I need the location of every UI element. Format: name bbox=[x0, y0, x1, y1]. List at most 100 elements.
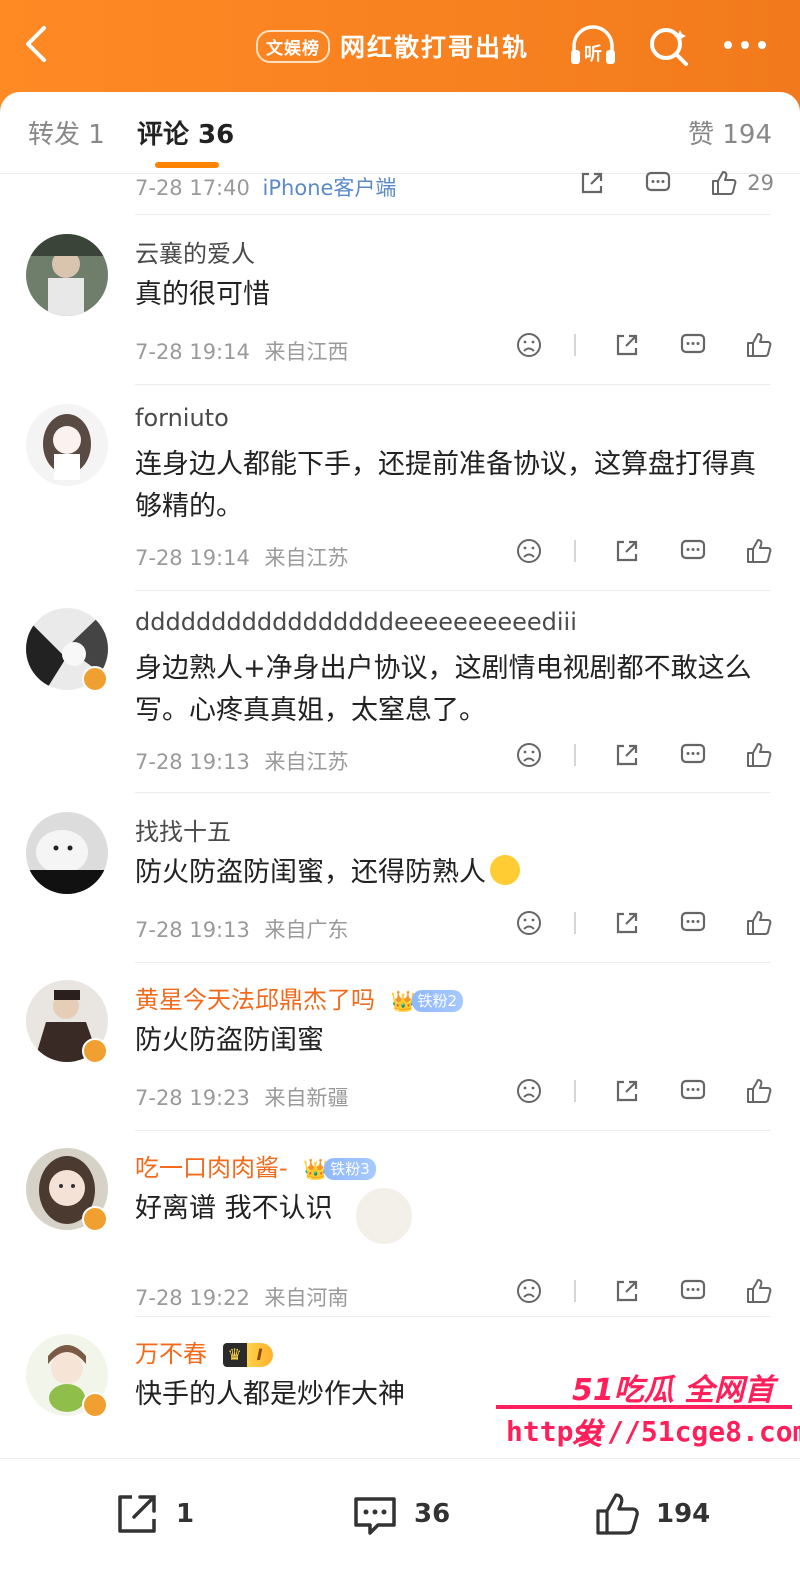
share-button[interactable]: 1 bbox=[112, 1489, 194, 1539]
level-badge[interactable]: ♛ I bbox=[222, 1343, 273, 1367]
comment-text: 真的很可惜 bbox=[135, 279, 270, 310]
comment-icon[interactable] bbox=[678, 536, 708, 566]
comment-location: 来自新疆 bbox=[264, 1086, 349, 1110]
comment-time: 7-28 19:14 bbox=[135, 340, 250, 364]
dislike-face-icon[interactable] bbox=[514, 330, 544, 360]
level-label: I bbox=[246, 1343, 273, 1367]
comment-actions bbox=[478, 1276, 774, 1306]
search-icon bbox=[650, 28, 688, 66]
share-icon[interactable] bbox=[612, 1276, 642, 1306]
laugh-cry-emoji-icon bbox=[490, 855, 520, 885]
comment-time: 7-28 19:22 bbox=[135, 1286, 250, 1310]
more-dots-icon bbox=[724, 41, 766, 49]
iron-fan-badge[interactable]: 👑 铁粉2 bbox=[391, 989, 464, 1013]
search-button[interactable] bbox=[646, 24, 692, 68]
like-icon[interactable] bbox=[744, 1076, 774, 1106]
like-icon bbox=[596, 1493, 639, 1535]
like-icon[interactable] bbox=[744, 740, 774, 770]
comment-icon[interactable] bbox=[678, 1076, 708, 1106]
username[interactable]: dddddddddddddddddeeeeeeeeeediii bbox=[135, 608, 577, 636]
tab-forward[interactable]: 转发 1 bbox=[28, 114, 105, 151]
like-icon[interactable] bbox=[744, 536, 774, 566]
avatar[interactable] bbox=[26, 812, 108, 894]
comment-time: 7-28 19:23 bbox=[135, 1086, 250, 1110]
chevron-left-icon bbox=[26, 26, 46, 62]
dislike-face-icon[interactable] bbox=[514, 1076, 544, 1106]
tab-likes[interactable]: 赞 194 bbox=[688, 114, 772, 151]
like-count: 29 bbox=[747, 171, 774, 195]
back-button[interactable] bbox=[18, 22, 58, 66]
username-row: 黄星今天法邱鼎杰了吗 👑 铁粉2 bbox=[135, 980, 464, 1015]
comment-icon[interactable] bbox=[678, 330, 708, 360]
comment-icon[interactable] bbox=[678, 740, 708, 770]
like-icon[interactable] bbox=[744, 1276, 774, 1306]
divider bbox=[135, 590, 770, 591]
hot-list-badge: 文娱榜 bbox=[256, 29, 330, 63]
watermark: 51吃瓜 全网首发 https://51cge8.com bbox=[496, 1365, 800, 1455]
comment-button[interactable]: 36 bbox=[350, 1489, 450, 1539]
share-icon[interactable] bbox=[612, 908, 642, 938]
separator bbox=[574, 1280, 576, 1302]
username[interactable]: 黄星今天法邱鼎杰了吗 bbox=[135, 986, 375, 1014]
comment-location: 来自江苏 bbox=[264, 750, 349, 774]
username[interactable]: 万不春 bbox=[135, 1340, 207, 1368]
comment-location: 来自江西 bbox=[264, 340, 349, 364]
like-icon[interactable] bbox=[744, 908, 774, 938]
dislike-face-icon[interactable] bbox=[514, 740, 544, 770]
comment-text: 身边熟人+净身出户协议，这剧情电视剧都不敢这么写。心疼真真姐，太窒息了。 bbox=[135, 653, 752, 726]
comment-meta: 7-28 19:13 来自广东 bbox=[135, 914, 349, 944]
like-button[interactable]: 194 bbox=[592, 1489, 710, 1539]
comment-location: 来自广东 bbox=[264, 918, 349, 942]
comment-text: 防火防盗防闺蜜 bbox=[135, 1025, 324, 1056]
bottom-action-bar: 1 36 194 bbox=[0, 1458, 800, 1587]
comment-time: 7-28 19:13 bbox=[135, 750, 250, 774]
dislike-face-icon[interactable] bbox=[514, 908, 544, 938]
listen-button[interactable]: 听 bbox=[568, 24, 618, 68]
comment-text: 防火防盗防闺蜜，还得防熟人 bbox=[135, 852, 770, 894]
like-count: 194 bbox=[656, 1499, 711, 1529]
divider bbox=[135, 962, 770, 963]
fan-level-label: 铁粉3 bbox=[324, 1158, 376, 1180]
like-icon[interactable] bbox=[709, 168, 739, 198]
dislike-face-icon[interactable] bbox=[514, 536, 544, 566]
comment-meta: 7-28 19:13 来自江苏 bbox=[135, 746, 349, 776]
list-item: 7-28 17:40 iPhone客户端 29 bbox=[0, 171, 800, 216]
username-row: 万不春 ♛ I bbox=[135, 1334, 273, 1369]
comment-meta: 7-28 19:14 来自江西 bbox=[135, 336, 349, 366]
comment-icon[interactable] bbox=[678, 908, 708, 938]
more-button[interactable] bbox=[720, 30, 770, 60]
separator bbox=[574, 1080, 576, 1102]
like-icon[interactable] bbox=[744, 330, 774, 360]
username[interactable]: 找找十五 bbox=[135, 812, 231, 847]
username[interactable]: 吃一口肉肉酱- bbox=[135, 1154, 288, 1182]
topic-title-group[interactable]: 文娱榜 网红散打哥出轨 bbox=[256, 28, 529, 64]
share-icon[interactable] bbox=[577, 168, 607, 198]
comment-text: 连身边人都能下手，还提前准备协议，这算盘打得真够精的。 bbox=[135, 449, 756, 522]
dislike-face-icon[interactable] bbox=[514, 1276, 544, 1306]
comment-icon[interactable] bbox=[643, 168, 673, 198]
comment-icon[interactable] bbox=[678, 1276, 708, 1306]
comments-sheet: 转发 1 评论 36 赞 194 7-28 17:40 iPhone客户端 29… bbox=[0, 92, 800, 1492]
share-icon[interactable] bbox=[612, 330, 642, 360]
comment-time: 7-28 19:14 bbox=[135, 546, 250, 570]
comment-count: 36 bbox=[414, 1499, 451, 1529]
share-icon[interactable] bbox=[612, 1076, 642, 1106]
watermark-line bbox=[496, 1405, 792, 1409]
username[interactable]: forniuto bbox=[135, 404, 229, 432]
comment-sticker-icon bbox=[356, 1188, 412, 1244]
share-count: 1 bbox=[176, 1499, 195, 1529]
comment-text-content: 防火防盗防闺蜜，还得防熟人 bbox=[135, 857, 486, 888]
share-icon[interactable] bbox=[612, 740, 642, 770]
tab-comments[interactable]: 评论 36 bbox=[137, 114, 234, 151]
separator bbox=[574, 334, 576, 356]
avatar[interactable] bbox=[26, 234, 108, 316]
share-icon[interactable] bbox=[612, 536, 642, 566]
separator bbox=[574, 744, 576, 766]
client-source[interactable]: iPhone客户端 bbox=[263, 176, 397, 200]
iron-fan-badge[interactable]: 👑 铁粉3 bbox=[303, 1157, 376, 1181]
verified-badge-icon bbox=[82, 1206, 108, 1232]
username[interactable]: 云襄的爱人 bbox=[135, 234, 255, 269]
divider bbox=[135, 1316, 770, 1317]
comment-location: 来自河南 bbox=[264, 1286, 349, 1310]
avatar[interactable] bbox=[26, 404, 108, 486]
